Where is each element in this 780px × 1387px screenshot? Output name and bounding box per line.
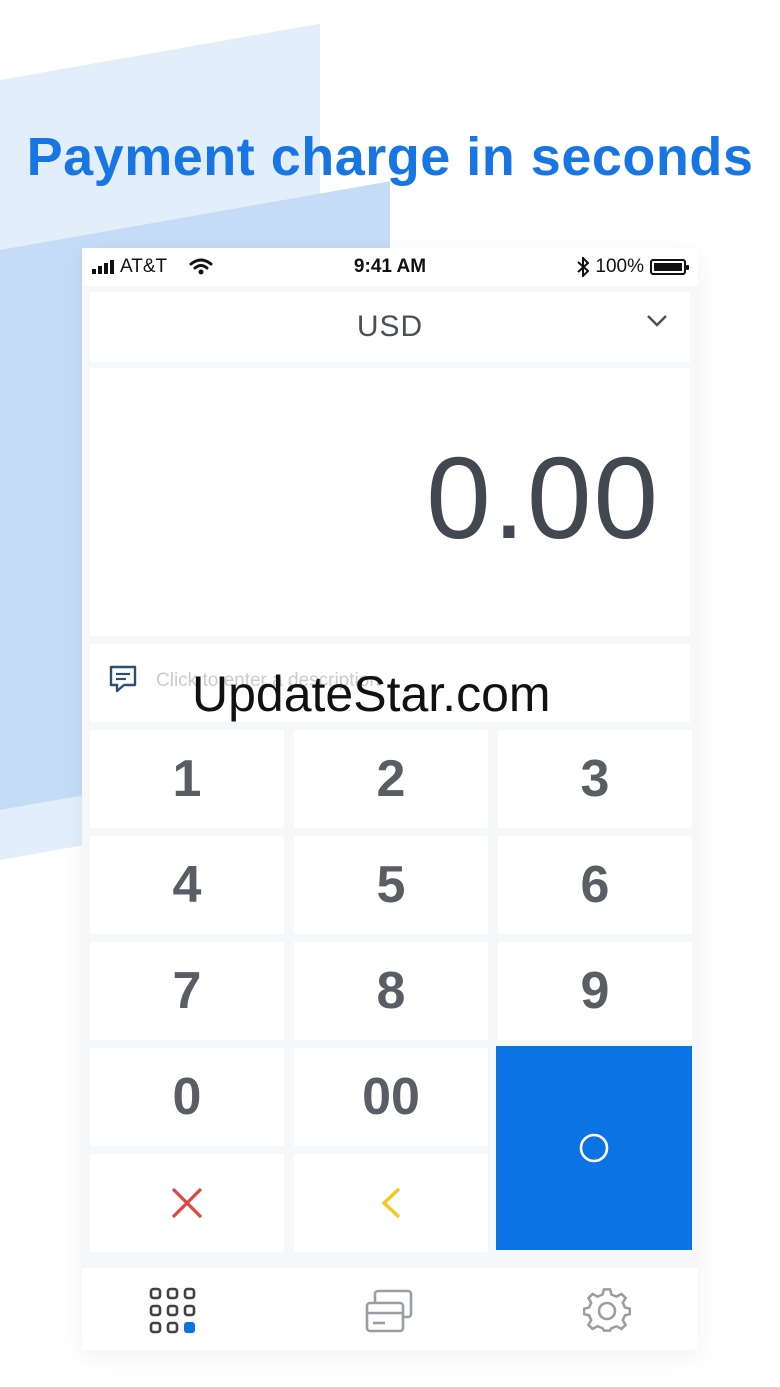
key-7[interactable]: 7 — [90, 942, 284, 1040]
tab-settings[interactable] — [580, 1286, 634, 1336]
chevron-left-icon — [381, 1187, 401, 1219]
clear-button[interactable] — [90, 1154, 284, 1252]
close-icon — [171, 1187, 203, 1219]
key-9[interactable]: 9 — [498, 942, 692, 1040]
gear-icon — [583, 1288, 631, 1332]
key-00[interactable]: 00 — [294, 1048, 488, 1146]
watermark: UpdateStar.com — [192, 666, 551, 722]
key-4[interactable]: 4 — [90, 836, 284, 934]
key-1[interactable]: 1 — [90, 730, 284, 828]
chevron-down-icon[interactable] — [646, 314, 668, 328]
key-5[interactable]: 5 — [294, 836, 488, 934]
key-6[interactable]: 6 — [498, 836, 692, 934]
battery-icon — [650, 259, 689, 275]
phone-screen: AT&T 9:41 AM 100% USD 0.00 Click to ente… — [82, 248, 698, 1350]
tab-bar — [82, 1268, 698, 1350]
tab-cards[interactable] — [362, 1286, 416, 1336]
currency-label: USD — [356, 310, 424, 343]
key-8[interactable]: 8 — [294, 942, 488, 1040]
status-bar: AT&T 9:41 AM 100% — [82, 248, 698, 286]
amount-display: 0.00 — [426, 433, 660, 563]
key-3[interactable]: 3 — [498, 730, 692, 828]
status-right: 100% — [577, 256, 689, 278]
keypad-icon — [149, 1287, 196, 1334]
backspace-button[interactable] — [294, 1154, 488, 1252]
currency-selector[interactable]: USD — [90, 292, 690, 362]
cards-icon — [365, 1289, 413, 1333]
tab-keypad[interactable] — [146, 1286, 200, 1336]
amount-panel: 0.00 — [90, 368, 690, 636]
headline: Payment charge in seconds — [26, 127, 754, 187]
key-2[interactable]: 2 — [294, 730, 488, 828]
key-0[interactable]: 0 — [90, 1048, 284, 1146]
bluetooth-icon — [577, 257, 590, 277]
message-icon — [109, 665, 137, 693]
charge-button[interactable] — [496, 1046, 692, 1250]
battery-percent: 100% — [595, 256, 644, 277]
circle-icon — [579, 1133, 609, 1163]
